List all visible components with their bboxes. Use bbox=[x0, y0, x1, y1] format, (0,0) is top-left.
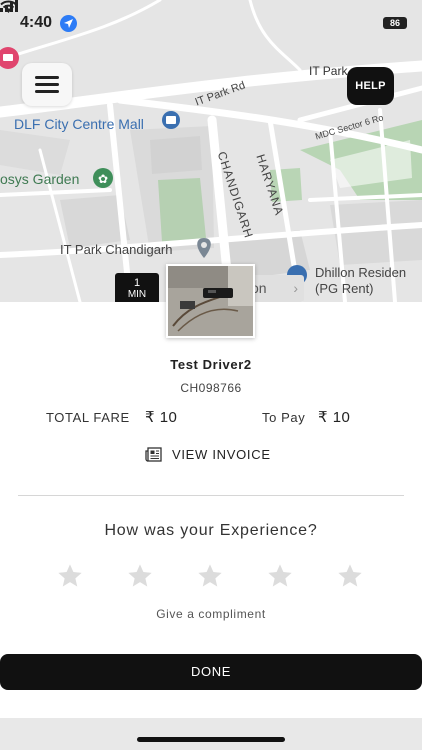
star-icon[interactable] bbox=[266, 562, 294, 590]
give-compliment-link[interactable]: Give a compliment bbox=[0, 607, 422, 621]
star-icon[interactable] bbox=[56, 562, 84, 590]
hamburger-icon-bar bbox=[35, 90, 59, 93]
divider bbox=[18, 495, 404, 496]
map-view[interactable]: ✿ IT Park Rd IT Park DLF City Centre Mal… bbox=[0, 0, 422, 302]
driver-name: Test Driver2 bbox=[170, 357, 252, 372]
eta-value: 1 bbox=[133, 277, 141, 289]
driver-photo bbox=[166, 264, 255, 338]
driver-photo-image bbox=[168, 266, 253, 336]
total-fare-label: TOTAL FARE bbox=[46, 410, 130, 425]
chevron-right-icon: › bbox=[293, 280, 298, 296]
hamburger-icon-bar bbox=[35, 76, 59, 79]
newspaper-icon bbox=[145, 447, 162, 462]
hamburger-icon-bar bbox=[35, 83, 59, 86]
location-arrow-icon bbox=[60, 15, 77, 32]
help-button[interactable]: HELP bbox=[347, 67, 394, 105]
map-label-it-park-chandigarh[interactable]: IT Park Chandigarh bbox=[60, 242, 173, 257]
vehicle-number: CH098766 bbox=[180, 381, 242, 395]
eta-badge: 1 MIN bbox=[115, 273, 159, 302]
done-button[interactable]: DONE bbox=[0, 654, 422, 690]
wifi-icon bbox=[0, 0, 17, 13]
to-pay-label: To Pay bbox=[262, 410, 306, 425]
eta-unit: MIN bbox=[127, 289, 147, 300]
star-icon[interactable] bbox=[126, 562, 154, 590]
rating-title: How was your Experience? bbox=[104, 522, 318, 539]
status-time: 4:40 bbox=[20, 14, 53, 31]
map-label-pg-rent: (PG Rent) bbox=[315, 281, 374, 296]
status-bar: 4:40 86 bbox=[0, 0, 422, 44]
star-icon[interactable] bbox=[196, 562, 224, 590]
view-invoice-label: VIEW INVOICE bbox=[172, 447, 271, 462]
to-pay-value: ₹ 10 bbox=[318, 409, 351, 426]
bottom-safe-area bbox=[0, 718, 422, 750]
map-label-it-park: IT Park bbox=[309, 64, 348, 78]
svg-text:✿: ✿ bbox=[98, 172, 108, 186]
star-icon[interactable] bbox=[336, 562, 364, 590]
map-label-dhillon[interactable]: Dhillon Residen bbox=[315, 265, 406, 280]
map-label-garden[interactable]: osys Garden bbox=[0, 171, 79, 187]
battery-indicator: 86 bbox=[383, 17, 407, 29]
map-label-dlf-mall[interactable]: DLF City Centre Mall bbox=[14, 116, 144, 132]
total-fare-value: ₹ 10 bbox=[145, 409, 178, 426]
home-indicator[interactable] bbox=[137, 737, 285, 742]
menu-button[interactable] bbox=[22, 63, 72, 106]
